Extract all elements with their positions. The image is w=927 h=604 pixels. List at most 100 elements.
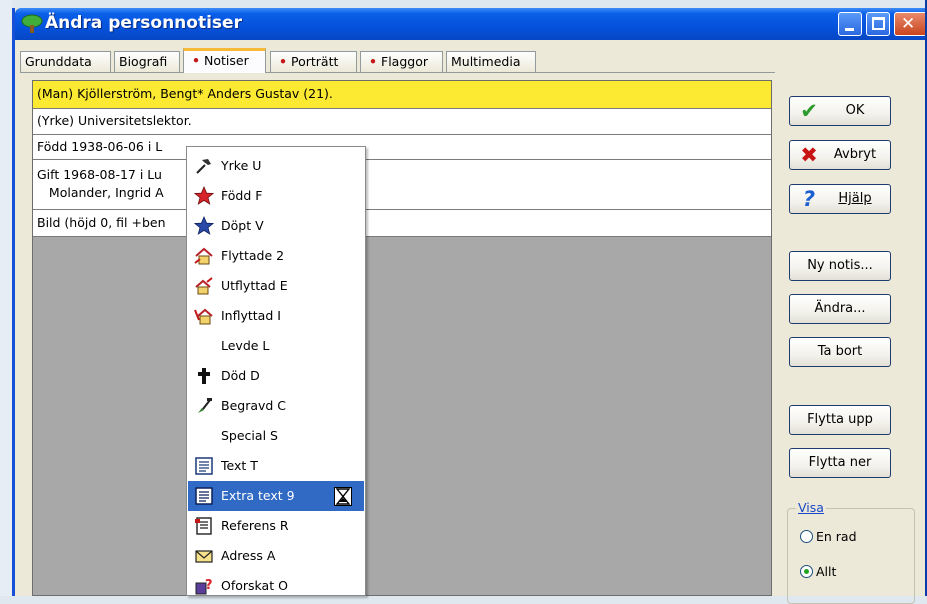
menu-item-fodd[interactable]: Född F	[188, 181, 364, 211]
new-note-label: Ny notis...	[807, 258, 873, 273]
modified-dot-icon: •	[279, 54, 287, 69]
radio-label: Allt	[816, 564, 837, 579]
checkmark-icon: ✔	[800, 99, 818, 123]
menu-item-inflyttad[interactable]: Inflyttad I	[188, 301, 364, 331]
note-row[interactable]: (Man) Kjöllerström, Bengt* Anders Gustav…	[33, 81, 771, 109]
menu-label: Referens R	[221, 518, 289, 533]
menu-item-yrke[interactable]: Yrke U	[188, 151, 364, 181]
help-label: Hjälp	[838, 191, 872, 206]
menu-item-referens[interactable]: Referens R	[188, 511, 364, 541]
cancel-label: Avbryt	[833, 147, 877, 162]
tab-notiser[interactable]: • Notiser	[183, 48, 266, 73]
envelope-icon	[195, 550, 213, 563]
minimize-icon	[845, 28, 854, 31]
blue-star-icon	[194, 216, 214, 235]
visa-legend: Visa	[796, 500, 826, 515]
house-in-icon	[194, 308, 213, 325]
modified-dot-icon: •	[192, 53, 200, 68]
tree-icon	[21, 14, 43, 33]
menu-item-utflyttad[interactable]: Utflyttad E	[188, 271, 364, 301]
ok-button[interactable]: ✔ OK	[789, 96, 891, 126]
reference-doc-icon	[195, 517, 212, 535]
menu-item-special[interactable]: Special S	[188, 421, 364, 451]
text-doc-icon	[195, 457, 213, 475]
radio-selected-icon	[800, 565, 813, 578]
tab-label: Multimedia	[451, 54, 521, 69]
menu-item-adress[interactable]: Adress A	[188, 541, 364, 571]
note-text: Född 1938-06-06 i L	[37, 139, 163, 154]
note-text: (Yrke) Universitetslektor.	[37, 113, 192, 128]
menu-label: Inflyttad I	[221, 308, 281, 323]
tab-portratt[interactable]: • Porträtt	[270, 51, 357, 72]
menu-item-text[interactable]: Text T	[188, 451, 364, 481]
ok-label: OK	[845, 103, 865, 118]
close-button[interactable]: ✕	[894, 12, 927, 36]
new-note-button[interactable]: Ny notis...	[789, 251, 891, 281]
menu-item-begravd[interactable]: Begravd C	[188, 391, 364, 421]
tab-biografi[interactable]: Biografi	[114, 51, 180, 72]
note-text-line2: Molander, Ingrid A	[37, 185, 164, 200]
note-row[interactable]: Född 1938-06-06 i L	[33, 135, 771, 160]
menu-label: Special S	[221, 428, 278, 443]
tab-label: Biografi	[119, 54, 168, 69]
radio-label: En rad	[816, 529, 857, 544]
cross-icon	[198, 368, 210, 384]
tab-label: Flaggor	[381, 54, 428, 69]
note-row[interactable]: Gift 1968-08-17 i Lu Molander, Ingrid A	[33, 160, 771, 210]
menu-label: Oforskat O	[221, 578, 288, 593]
svg-text:?: ?	[205, 578, 213, 593]
question-icon: ?	[802, 187, 816, 211]
menu-label: Extra text 9	[221, 488, 295, 503]
edit-button[interactable]: Ändra...	[789, 294, 891, 324]
tab-divider	[20, 72, 775, 73]
modified-dot-icon: •	[369, 54, 377, 69]
move-down-button[interactable]: Flytta ner	[789, 448, 891, 478]
delete-button[interactable]: Ta bort	[789, 337, 891, 367]
menu-item-levde[interactable]: Levde L	[188, 331, 364, 361]
menu-label: Död D	[221, 368, 260, 383]
delete-label: Ta bort	[817, 344, 863, 359]
visa-groupbox: Visa En rad Allt	[787, 500, 915, 604]
help-button[interactable]: ? Hjälp	[789, 184, 891, 214]
note-row[interactable]: (Yrke) Universitetslektor.	[33, 109, 771, 135]
close-icon: ✕	[901, 14, 916, 34]
tab-label: Grunddata	[25, 54, 92, 69]
move-up-button[interactable]: Flytta upp	[789, 405, 891, 435]
menu-label: Begravd C	[221, 398, 287, 413]
move-up-label: Flytta upp	[807, 412, 873, 427]
notes-list[interactable]: (Man) Kjöllerström, Bengt* Anders Gustav…	[32, 80, 772, 596]
text-doc-icon	[195, 487, 213, 505]
context-menu: Yrke U Född F Döpt V Flyttade 2 Utflytta…	[186, 146, 366, 596]
move-down-label: Flytta ner	[808, 455, 872, 470]
dialog-window: Ändra personnotiser ✕ Grunddata Biografi…	[12, 8, 927, 604]
radio-en-rad[interactable]: En rad	[800, 529, 857, 544]
title-bar[interactable]: Ändra personnotiser ✕	[15, 8, 927, 40]
cancel-button[interactable]: ✖ Avbryt	[789, 140, 891, 170]
menu-label: Född F	[221, 188, 263, 203]
house-out-icon	[195, 277, 213, 295]
radio-allt[interactable]: Allt	[800, 564, 836, 579]
menu-item-oforskat[interactable]: ? Oforskat O	[188, 571, 364, 601]
menu-item-extra-text[interactable]: Extra text 9	[188, 481, 364, 511]
shovel-icon	[198, 398, 212, 413]
note-row[interactable]: Bild (höjd 0, fil +ben	[33, 210, 771, 237]
menu-item-dopt[interactable]: Döpt V	[188, 211, 364, 241]
background-left	[0, 0, 12, 596]
note-text: Gift 1968-08-17 i Lu	[37, 167, 162, 182]
minimize-button[interactable]	[838, 12, 862, 36]
house-move-icon	[194, 247, 213, 265]
tab-multimedia[interactable]: Multimedia	[446, 51, 536, 72]
unresearched-icon: ?	[195, 578, 213, 595]
tab-grunddata[interactable]: Grunddata	[20, 51, 111, 72]
maximize-icon	[872, 17, 885, 30]
menu-item-dod[interactable]: Död D	[188, 361, 364, 391]
red-star-icon	[194, 186, 214, 205]
x-icon: ✖	[800, 143, 818, 167]
window-title: Ändra personnotiser	[45, 13, 242, 33]
maximize-button[interactable]	[866, 12, 890, 36]
hourglass-cursor-icon	[334, 487, 352, 506]
note-text: (Man) Kjöllerström, Bengt* Anders Gustav…	[37, 86, 333, 101]
tab-flaggor[interactable]: • Flaggor	[360, 51, 443, 72]
menu-label: Levde L	[221, 338, 270, 353]
menu-item-flyttade[interactable]: Flyttade 2	[188, 241, 364, 271]
